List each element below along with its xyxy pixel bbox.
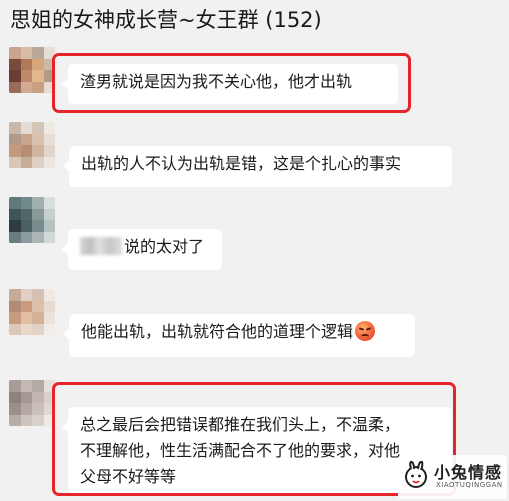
rabbit-logo-icon <box>405 460 427 488</box>
message-bubble[interactable]: 出轨的人不认为出轨是错，这是个扎心的事实 <box>63 146 452 187</box>
redacted-mention <box>80 237 122 255</box>
message-text: 渣男就说是因为我不关心他，他才出轨 <box>80 72 353 91</box>
message-text: 他能出轨，出轨就符合他的道理个逻辑 <box>81 322 354 341</box>
message-text: 说的太对了 <box>124 237 205 256</box>
message-line: 父母不好等等 <box>80 467 177 486</box>
message-bubble[interactable]: 总之最后会把错误都推在我们头上，不温柔， 不理解他，性生活满配合不了他的要求，对… <box>62 407 452 493</box>
message-bubble[interactable]: 他能出轨，出轨就符合他的道理个逻辑 <box>63 314 415 357</box>
avatar[interactable] <box>9 197 55 243</box>
disappointed-face-icon <box>355 321 376 341</box>
message-bubble[interactable]: 渣男就说是因为我不关心他，他才出轨 <box>62 64 398 104</box>
message-bubble[interactable]: 说的太对了 <box>62 229 222 270</box>
avatar[interactable] <box>9 47 55 93</box>
message-line: 总之最后会把错误都推在我们头上，不温柔， <box>80 415 401 434</box>
watermark: 小兔情感 XIAOTUQINGGAN <box>398 455 507 499</box>
message-text: 出轨的人不认为出轨是错，这是个扎心的事实 <box>81 154 402 173</box>
avatar[interactable] <box>9 380 55 426</box>
watermark-name: 小兔情感 <box>434 463 503 482</box>
avatar[interactable] <box>9 289 55 335</box>
chat-header: 思姐的女神成长营~女王群 (152) <box>0 0 509 40</box>
message-line: 不理解他，性生活满配合不了他的要求，对他 <box>80 441 401 460</box>
avatar[interactable] <box>9 122 55 168</box>
group-title: 思姐的女神成长营~女王群 (152) <box>10 8 322 32</box>
watermark-subtitle: XIAOTUQINGGAN <box>436 481 503 489</box>
